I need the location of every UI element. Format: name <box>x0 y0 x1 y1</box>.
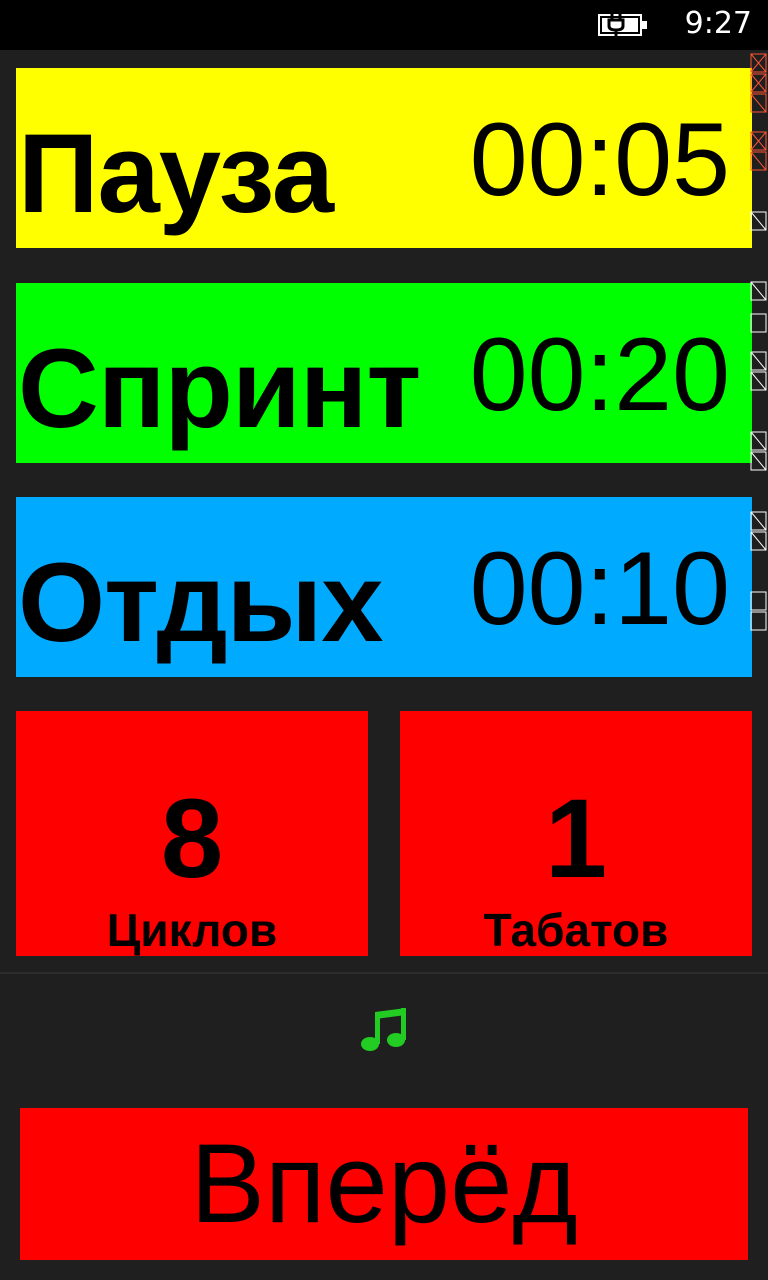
pause-time: 00:05 <box>469 102 730 218</box>
pause-label: Пауза <box>18 111 334 236</box>
frame-counter-strip <box>750 53 767 631</box>
sprint-panel[interactable]: Спринт 00:20 <box>16 283 752 463</box>
battery-charging-icon <box>598 12 647 36</box>
status-bar: 9:27 <box>0 0 768 50</box>
sprint-time: 00:20 <box>469 317 730 433</box>
divider <box>0 972 768 974</box>
clock: 9:27 <box>684 6 752 41</box>
forward-button[interactable]: Вперёд <box>20 1108 748 1260</box>
tabatas-label: Табатов <box>483 904 669 956</box>
music-note-icon[interactable] <box>358 1006 410 1054</box>
rest-label: Отдых <box>18 540 384 665</box>
tabatas-counter[interactable]: 1 Табатов <box>400 711 752 956</box>
rest-panel[interactable]: Отдых 00:10 <box>16 497 752 677</box>
cycles-counter[interactable]: 8 Циклов <box>16 711 368 956</box>
cycles-label: Циклов <box>106 904 278 956</box>
tabatas-value: 1 <box>544 776 608 901</box>
cycles-value: 8 <box>160 776 224 901</box>
pause-panel[interactable]: Пауза 00:05 <box>16 68 752 248</box>
sprint-label: Спринт <box>18 326 421 451</box>
rest-time: 00:10 <box>469 531 730 647</box>
